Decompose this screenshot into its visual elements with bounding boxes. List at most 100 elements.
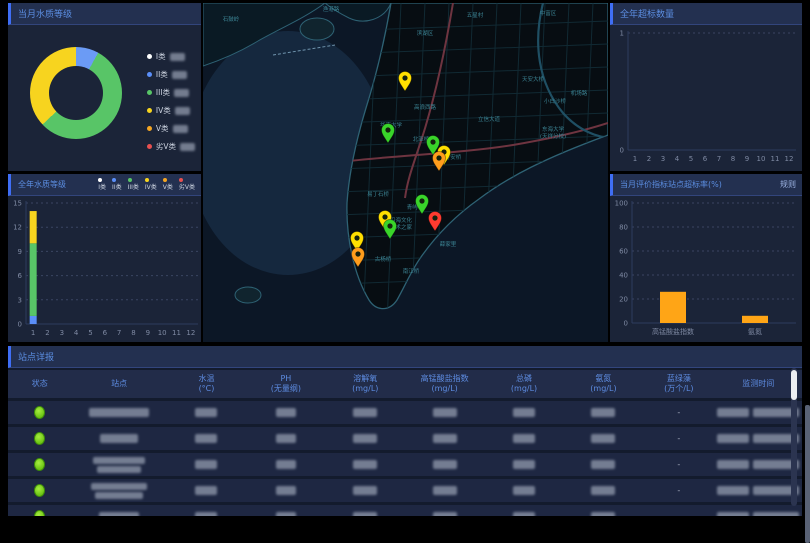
- legend-item[interactable]: II类: [112, 178, 122, 191]
- svg-text:12: 12: [186, 329, 195, 337]
- map-place-label: 南江桥: [403, 267, 420, 275]
- donut-legend: I类 II类 III类 IV类 V类劣V类: [147, 51, 195, 152]
- table-row[interactable]: -: [8, 401, 802, 424]
- panel-title: 全年超标数量: [620, 7, 674, 20]
- legend-dot: [147, 90, 152, 95]
- redacted-value: [353, 434, 377, 443]
- value-cell: [405, 486, 484, 495]
- svg-text:7: 7: [117, 329, 121, 337]
- legend-item[interactable]: IV类: [145, 178, 157, 191]
- table-row[interactable]: -: [8, 505, 802, 516]
- value-cell: [246, 512, 325, 516]
- redacted-block: [91, 483, 147, 490]
- redacted-value: [353, 408, 377, 417]
- redacted-value: [195, 460, 217, 469]
- value-cell: [326, 512, 405, 516]
- table-scrollbar[interactable]: [791, 368, 797, 506]
- table-row[interactable]: -: [8, 427, 802, 450]
- value-cell: [564, 486, 643, 495]
- legend-item[interactable]: 劣V类: [147, 141, 195, 152]
- redacted-value: [513, 408, 535, 417]
- legend-label: II类: [112, 182, 122, 191]
- table-scrollbar-thumb[interactable]: [791, 370, 797, 400]
- legend-item[interactable]: I类: [98, 178, 106, 191]
- value-cell: [167, 408, 246, 417]
- status-cell: [8, 458, 72, 471]
- panel-month-quality: 当月水质等级 I类II类III类IV类V类劣V类: [8, 3, 201, 171]
- map-island-south: [235, 287, 261, 303]
- legend-item[interactable]: V类: [147, 123, 195, 134]
- svg-text:高锰酸盐指数: 高锰酸盐指数: [652, 327, 694, 336]
- svg-text:12: 12: [785, 155, 794, 163]
- legend-item[interactable]: III类: [147, 87, 195, 98]
- redacted-value: [433, 408, 457, 417]
- legend-label: II类: [156, 69, 168, 80]
- status-indicator: [34, 406, 45, 419]
- value-cell: [167, 512, 246, 516]
- svg-text:3: 3: [661, 155, 665, 163]
- redacted-value: [276, 460, 296, 469]
- table-row[interactable]: -: [8, 479, 802, 502]
- column-header-2: 水温(°C): [167, 374, 246, 394]
- column-header-1: 站点: [72, 379, 167, 389]
- svg-text:0: 0: [624, 320, 628, 328]
- stacked-bar-segment: [30, 211, 37, 243]
- legend-value-redacted: [170, 53, 185, 61]
- panel-year-quality-header: 全年水质等级 I类II类III类IV类V类劣V类: [8, 174, 201, 196]
- svg-text:40: 40: [619, 272, 628, 280]
- map-place-label: 古杨桥: [375, 255, 392, 263]
- rules-link[interactable]: 规则: [780, 179, 796, 190]
- time-cell: [715, 512, 802, 516]
- time-cell: [715, 434, 802, 443]
- svg-text:9: 9: [745, 155, 749, 163]
- svg-text:80: 80: [619, 224, 628, 232]
- svg-text:60: 60: [619, 248, 628, 256]
- table-row[interactable]: -: [8, 453, 802, 476]
- map-view[interactable]: 石鼓岭渔港路五星村中富区滨湖区天安大桥机场路小白沙桥高浪西路华南大学北亚桥寿安桥…: [203, 3, 608, 342]
- redacted-time: [717, 486, 749, 495]
- svg-text:15: 15: [13, 200, 22, 208]
- year-quality-chart: 03691215123456789101112: [8, 196, 201, 342]
- station-name-redacted: [89, 408, 149, 417]
- svg-text:0: 0: [620, 147, 624, 155]
- svg-text:6: 6: [18, 272, 23, 280]
- page-scrollbar-thumb[interactable]: [805, 405, 810, 543]
- legend-label: 劣V类: [179, 182, 195, 191]
- map-place-label: 天安大桥: [522, 75, 545, 83]
- redacted-value: [195, 512, 217, 516]
- svg-text:5: 5: [689, 155, 693, 163]
- legend-value-redacted: [173, 125, 188, 133]
- legend-item[interactable]: V类: [163, 178, 173, 191]
- map-place-label: 中富区: [540, 9, 557, 17]
- legend-item[interactable]: IV类: [147, 105, 195, 116]
- legend-dot: [147, 126, 152, 131]
- station-name-redacted: [91, 483, 147, 499]
- panel-title: 站点详报: [18, 350, 54, 363]
- legend-item[interactable]: I类: [147, 51, 195, 62]
- map-island-north: [300, 18, 334, 40]
- station-cell: [72, 457, 167, 473]
- value-cell: [405, 408, 484, 417]
- legend-item[interactable]: III类: [128, 178, 139, 191]
- value-cell: [405, 512, 484, 516]
- legend-label: IV类: [156, 105, 171, 116]
- redacted-value: [433, 512, 457, 516]
- stacked-bar-segment: [30, 243, 37, 316]
- legend-label: V类: [163, 182, 173, 191]
- chlorophyll-cell: -: [643, 408, 714, 417]
- redacted-value: [591, 408, 615, 417]
- value-cell: [405, 460, 484, 469]
- legend-label: IV类: [145, 182, 157, 191]
- redacted-value: [591, 434, 615, 443]
- status-cell: [8, 484, 72, 497]
- column-header-7: 氨氮(mg/L): [564, 374, 643, 394]
- svg-text:100: 100: [615, 200, 628, 208]
- redacted-value: [353, 512, 377, 516]
- value-cell: [167, 434, 246, 443]
- station-cell: [72, 483, 167, 499]
- value-cell: [564, 408, 643, 417]
- legend-value-redacted: [174, 89, 189, 97]
- redacted-value: [353, 460, 377, 469]
- legend-item[interactable]: 劣V类: [179, 178, 195, 191]
- legend-item[interactable]: II类: [147, 69, 195, 80]
